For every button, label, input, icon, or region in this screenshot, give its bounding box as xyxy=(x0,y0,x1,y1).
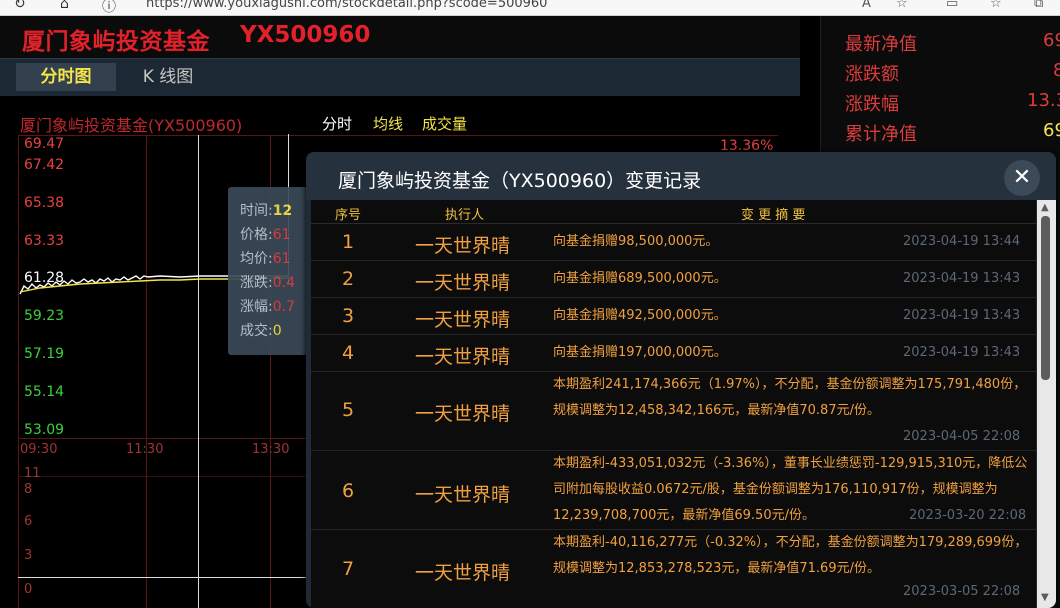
fund-code: YX500960 xyxy=(240,22,371,48)
row-desc: 本期盈利241,174,366元（1.97%），不分配，基金份额调整为175,7… xyxy=(553,377,1027,418)
chart-tabs: 分时图 K 线图 xyxy=(0,58,800,96)
price-label: 53.09 xyxy=(24,422,65,438)
row-time: 2023-04-19 13:43 xyxy=(903,345,1021,360)
legend-avg: 均线 xyxy=(373,115,404,133)
row-user: 一天世界晴 xyxy=(415,309,511,331)
tooltip-change: 涨跌:0.4 xyxy=(240,275,295,291)
row-user: 一天世界晴 xyxy=(415,484,511,506)
quote-label: 最新净值 xyxy=(845,34,917,55)
extensions-icon[interactable]: ⧉ xyxy=(1034,0,1043,11)
quote-value: 8 xyxy=(1053,60,1060,81)
row-time: 2023-03-20 22:08 xyxy=(903,508,1027,523)
crosshair-horizontal xyxy=(18,577,308,578)
row-user: 一天世界晴 xyxy=(415,272,511,294)
row-no: 6 xyxy=(341,480,355,502)
chart-tooltip: 时间:12 价格:61 均价:61 涨跌:0.4 涨幅:0.7 成交:0 xyxy=(228,187,308,355)
quote-label: 涨跌幅 xyxy=(845,94,899,115)
header-user: 执行人 xyxy=(445,208,485,223)
legend-volume: 成交量 xyxy=(422,115,468,133)
quote-value: 69 xyxy=(1043,120,1060,141)
legend-price: 分时 xyxy=(322,115,353,133)
table-row: 5 一天世界晴 本期盈利241,174,366元（1.97%），不分配，基金份额… xyxy=(311,372,1036,451)
table-row: 1 一天世界晴 向基金捐赠98,500,000元。 2023-04-19 13:… xyxy=(311,224,1036,261)
row-user: 一天世界晴 xyxy=(415,235,511,257)
time-label: 13:30 xyxy=(252,442,290,457)
volume-label: 6 xyxy=(24,514,33,529)
volume-label: 0 xyxy=(24,582,33,597)
row-time: 2023-04-05 22:08 xyxy=(903,429,1021,444)
row-time: 2023-04-19 13:44 xyxy=(903,234,1021,249)
row-user: 一天世界晴 xyxy=(415,346,511,368)
table-row: 4 一天世界晴 向基金捐赠197,000,000元。 2023-04-19 13… xyxy=(311,335,1036,372)
header-desc: 变 更 摘 要 xyxy=(741,208,806,223)
fund-name: 厦门象屿投资基金 xyxy=(22,29,210,55)
row-no: 1 xyxy=(341,231,355,253)
tooltip-price: 价格:61 xyxy=(240,227,291,243)
price-label: 57.19 xyxy=(24,346,65,362)
row-no: 3 xyxy=(341,305,355,327)
row-no: 7 xyxy=(341,558,355,580)
table-row: 6 一天世界晴 本期盈利-433,051,032元（-3.36%），董事长业绩惩… xyxy=(311,451,1036,530)
row-desc: 本期盈利-40,116,277元（-0.32%），不分配，基金份额调整为179,… xyxy=(553,535,1028,576)
row-time: 2023-04-19 13:43 xyxy=(903,271,1021,286)
row-time: 2023-03-05 22:08 xyxy=(903,584,1021,599)
fund-header: 厦门象屿投资基金 YX500960 xyxy=(0,16,800,58)
row-no: 5 xyxy=(341,399,355,421)
time-label: 11:30 xyxy=(126,442,164,457)
site-info-icon[interactable]: ⓘ xyxy=(102,0,116,15)
read-aloud-icon[interactable]: A xyxy=(862,0,871,11)
quote-label: 涨跌额 xyxy=(845,64,899,85)
split-screen-icon[interactable]: ▭ xyxy=(946,0,958,11)
row-time: 2023-04-19 13:43 xyxy=(903,308,1021,323)
header-no: 序号 xyxy=(335,208,362,223)
change-record-dialog: 厦门象屿投资基金（YX500960）变更记录 ✕ 序号 执行人 变 更 摘 要 … xyxy=(306,152,1056,608)
table-header: 序号 执行人 变 更 摘 要 xyxy=(311,200,1036,224)
volume-label: 3 xyxy=(24,548,33,563)
change-record-table: 序号 执行人 变 更 摘 要 1 一天世界晴 向基金捐赠98,500,000元。… xyxy=(311,200,1036,608)
tooltip-avg: 均价:61 xyxy=(240,251,291,267)
table-row: 3 一天世界晴 向基金捐赠492,500,000元。 2023-04-19 13… xyxy=(311,298,1036,335)
refresh-icon[interactable]: ↻ xyxy=(14,0,26,12)
quote-label: 累计净值 xyxy=(845,124,917,145)
tab-intraday[interactable]: 分时图 xyxy=(16,63,116,91)
tooltip-pct: 涨幅:0.7 xyxy=(240,299,295,315)
price-label: 55.14 xyxy=(24,384,65,400)
collections-icon[interactable]: ☆ xyxy=(990,0,1002,11)
quote-value: 13.3 xyxy=(1027,90,1060,111)
table-row: 2 一天世界晴 向基金捐赠689,500,000元。 2023-04-19 13… xyxy=(311,261,1036,298)
row-user: 一天世界晴 xyxy=(415,403,511,425)
time-label: 09:30 xyxy=(20,442,58,457)
scroll-up-icon[interactable]: ▲ xyxy=(1041,202,1049,213)
favorites-icon[interactable]: ☆ xyxy=(896,0,908,11)
dialog-title: 厦门象屿投资基金（YX500960）变更记录 xyxy=(338,170,702,192)
row-no: 4 xyxy=(341,342,355,364)
scroll-down-icon[interactable]: ▼ xyxy=(1041,592,1049,603)
quote-value: 69 xyxy=(1043,30,1060,51)
volume-label: 11 xyxy=(24,466,41,481)
tab-kline[interactable]: K 线图 xyxy=(128,63,208,91)
row-user: 一天世界晴 xyxy=(415,562,511,584)
tooltip-vol: 成交:0 xyxy=(240,323,282,339)
scroll-thumb[interactable] xyxy=(1041,216,1050,380)
table-row: 7 一天世界晴 本期盈利-40,116,277元（-0.32%），不分配，基金份… xyxy=(311,530,1036,608)
close-icon[interactable]: ✕ xyxy=(1004,160,1040,196)
volume-label: 8 xyxy=(24,482,33,497)
address-bar[interactable]: https://www.youxiagushi.com/stockdetail.… xyxy=(146,0,547,11)
browser-toolbar: ↻ ⌂ ⓘ https://www.youxiagushi.com/stockd… xyxy=(0,0,1060,16)
home-icon[interactable]: ⌂ xyxy=(60,0,69,12)
dialog-header: 厦门象屿投资基金（YX500960）变更记录 ✕ xyxy=(306,152,1056,200)
row-no: 2 xyxy=(341,268,355,290)
tooltip-time: 时间:12 xyxy=(240,203,293,219)
